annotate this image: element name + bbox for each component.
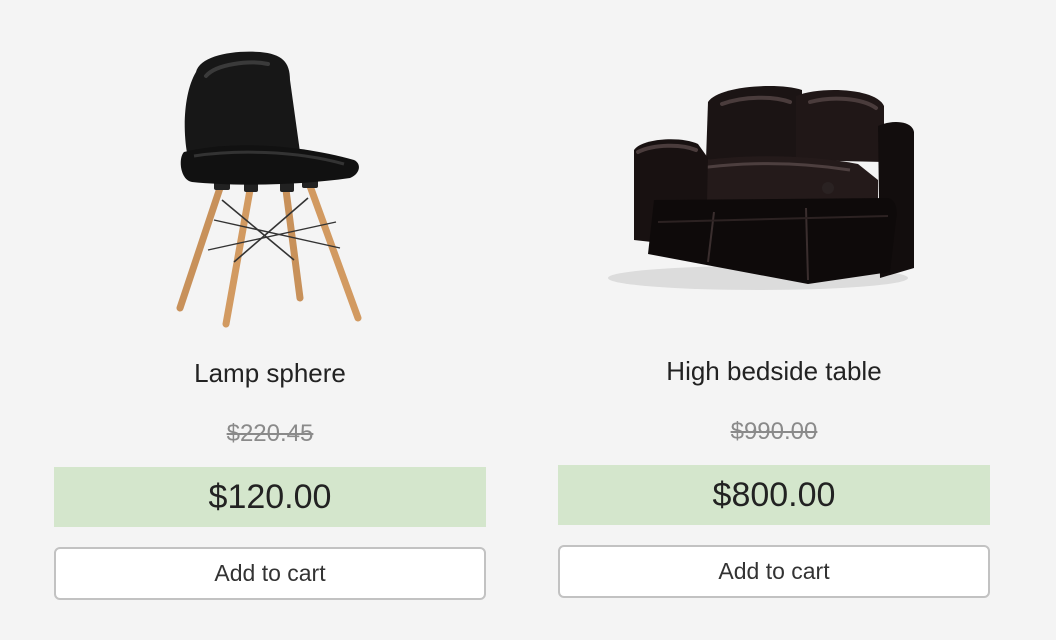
product-title[interactable]: Lamp sphere (54, 358, 486, 389)
product-image-loveseat[interactable] (558, 40, 990, 340)
sale-price: $120.00 (54, 467, 486, 527)
add-to-cart-button[interactable]: Add to cart (54, 547, 486, 600)
product-card: High bedside table $990.00 $800.00 Add t… (558, 0, 990, 640)
product-image-chair[interactable] (54, 40, 486, 340)
product-title[interactable]: High bedside table (558, 356, 990, 387)
original-price: $990.00 (730, 418, 818, 445)
sale-price: $800.00 (558, 465, 990, 525)
black-leather-loveseat-image (608, 86, 914, 290)
add-to-cart-button[interactable]: Add to cart (558, 545, 990, 598)
black-chair-image (176, 51, 362, 328)
product-card: Lamp sphere $220.45 $120.00 Add to cart (54, 0, 486, 640)
original-price: $220.45 (226, 420, 314, 447)
